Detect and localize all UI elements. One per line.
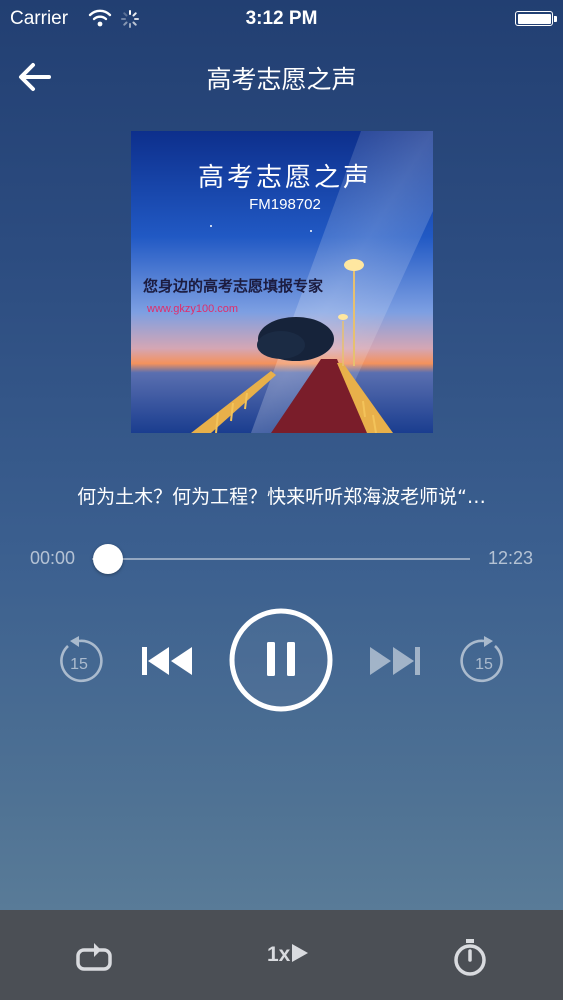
- track-title: 何为土木？何为工程？快来听听郑海波老师说“…: [77, 486, 486, 508]
- speed-play-icon: [292, 944, 309, 962]
- playback-speed-button[interactable]: 1x: [267, 943, 309, 967]
- speed-label: 1x: [267, 943, 291, 966]
- forward-15-icon: 15: [460, 636, 503, 683]
- sleep-timer-button[interactable]: [450, 936, 490, 978]
- repeat-icon: [76, 943, 112, 971]
- rewind-15-icon: 15: [60, 636, 103, 683]
- album-title-text: 高考志愿之声: [198, 163, 372, 193]
- next-button[interactable]: [368, 642, 422, 680]
- progress-track[interactable]: [92, 558, 470, 560]
- rewind-seconds-label: 15: [70, 656, 88, 673]
- status-bar: Carrier 3:12 PM: [0, 0, 563, 40]
- forward-seconds-label: 15: [475, 656, 493, 673]
- album-url-text: www.gkzy100.com: [146, 303, 238, 315]
- forward-15-button[interactable]: 15: [459, 636, 509, 686]
- album-subtitle-text: FM198702: [249, 196, 321, 213]
- timer-icon: [454, 939, 486, 976]
- rewind-15-button[interactable]: 15: [54, 636, 104, 686]
- album-slogan-text: 您身边的高考志愿填报专家: [142, 277, 323, 295]
- pause-icon: [229, 608, 333, 712]
- repeat-button[interactable]: [72, 938, 116, 976]
- total-time: 12:23: [487, 548, 533, 568]
- battery-icon: [515, 11, 557, 26]
- previous-button[interactable]: [140, 642, 194, 680]
- progress-thumb[interactable]: [93, 544, 123, 574]
- page-title: 高考志愿之声: [206, 65, 357, 94]
- previous-track-icon: [142, 647, 192, 675]
- next-track-icon: [370, 647, 420, 675]
- status-time: 3:12 PM: [245, 8, 318, 29]
- play-pause-button[interactable]: [229, 608, 333, 712]
- album-artwork: 高考志愿之声 FM198702 您身边的高考志愿填报专家 www.gkzy100…: [131, 131, 433, 433]
- current-time: 00:00: [30, 548, 76, 568]
